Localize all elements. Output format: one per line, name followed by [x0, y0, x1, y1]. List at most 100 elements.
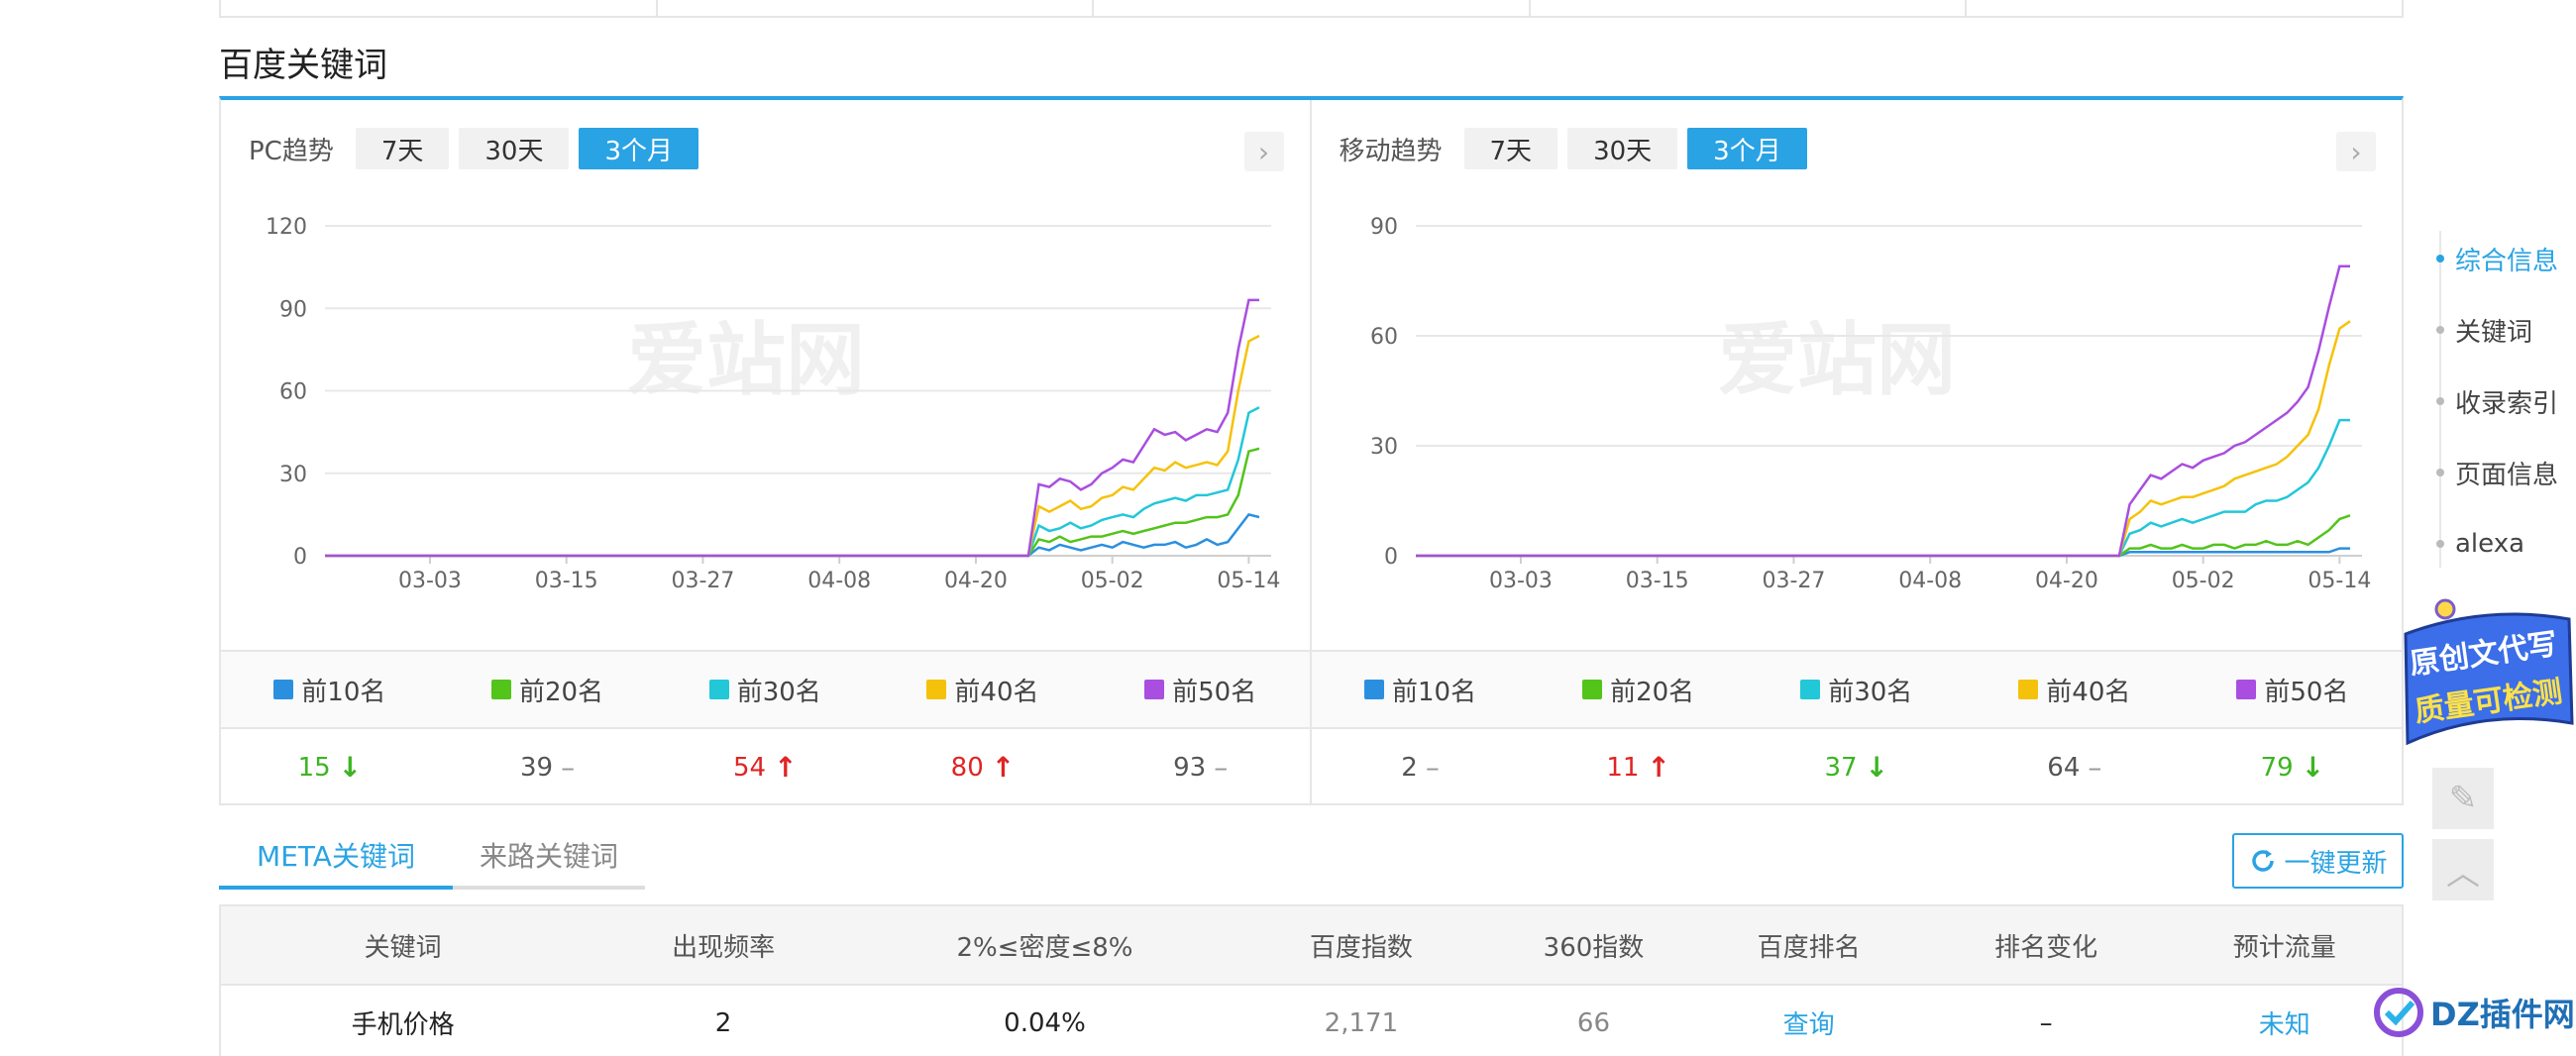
legend-label: 前20名: [519, 677, 604, 707]
keyword-tabs: META关键词 来路关键词: [219, 824, 645, 890]
side-nav-alexa[interactable]: alexa: [2435, 508, 2576, 580]
cell-baidu-rank-query-link[interactable]: 查询: [1692, 1004, 1925, 1041]
side-dot: [2436, 469, 2444, 476]
mobile-tab-7d[interactable]: 7天: [1463, 128, 1558, 169]
dash-icon: –: [2088, 751, 2102, 784]
edit-pencil-icon[interactable]: ✎: [2432, 768, 2494, 829]
mobile-legend: 前10名 前20名 前30名 前40名 前50名: [1311, 650, 2402, 729]
col-baidu-rank: 百度排名: [1757, 932, 1861, 963]
x-tick-label: 03-03: [398, 569, 462, 593]
side-nav: 综合信息 关键词 收录索引 页面信息 alexa: [2435, 223, 2576, 580]
back-to-top-icon[interactable]: ︿: [2432, 839, 2494, 900]
mobile-tab-3m[interactable]: 3个月: [1687, 128, 1807, 169]
trend-chart-box: PC趋势 7天 30天 3个月 › 爱站网 0 30 60 90 120 03-03 03-1…: [219, 96, 2404, 805]
arrow-down-icon: ↓: [338, 751, 363, 784]
cell-density: 0.04%: [1004, 1007, 1086, 1038]
legend-label: 前30名: [1828, 677, 1913, 707]
arrow-down-icon: ↓: [1865, 751, 1889, 784]
promo-badge[interactable]: 原创文代写 质量可检测: [2396, 594, 2576, 753]
y-tick-label: 90: [279, 297, 307, 322]
cell-rank-change: –: [2039, 1007, 2053, 1038]
series-line-3: [325, 406, 1260, 558]
series-line-2: [1415, 514, 2350, 558]
mobile-value-5: 79 ↓: [2184, 751, 2402, 784]
mobile-legend-top30[interactable]: 前30名: [1748, 672, 1966, 708]
mobile-values-row: 2–11 ↑ 37 ↓ 64–79 ↓: [1312, 729, 2403, 805]
table-header-row: 关键词 出现频率 2%≤密度≤8% 百度指数 360指数 百度排名 排名变化 预…: [221, 906, 2402, 986]
x-tick-label: 03-27: [1762, 569, 1825, 593]
x-tick-label: 04-08: [807, 569, 871, 593]
col-rank-change: 排名变化: [1994, 932, 2098, 963]
mobile-value-4: 64–: [1966, 751, 2184, 784]
dz-logo-icon: [2374, 988, 2423, 1037]
side-nav-index[interactable]: 收录索引: [2435, 366, 2576, 437]
dz-plugin-logo: DZ插件网: [2373, 983, 2576, 1042]
y-tick-label: 0: [1384, 545, 1398, 570]
dz-logo-text: DZ插件网: [2430, 996, 2575, 1033]
pc-legend-top50[interactable]: 前50名: [1092, 672, 1310, 708]
arrow-down-icon: ↓: [2301, 751, 2325, 784]
series-line-3: [1415, 418, 2350, 558]
x-tick-label: 05-14: [2308, 569, 2371, 593]
side-dot: [2436, 255, 2444, 263]
pc-legend-top20[interactable]: 前20名: [439, 672, 657, 708]
cell-360-index: 66: [1576, 1007, 1611, 1038]
value-number: 93: [1173, 752, 1207, 783]
pc-values-row: 15 ↓ 39–54 ↑ 80 ↑ 93–: [221, 729, 1310, 805]
cell-keyword: 手机价格: [351, 1010, 455, 1040]
pc-legend-top10[interactable]: 前10名: [221, 672, 439, 708]
value-number: 37: [1824, 752, 1858, 783]
x-tick-label: 05-02: [1081, 569, 1144, 593]
legend-label: 前40名: [2046, 677, 2131, 707]
side-nav-page-info[interactable]: 页面信息: [2435, 437, 2576, 508]
pc-next-arrow-icon[interactable]: ›: [1243, 132, 1284, 171]
pc-tab-30d[interactable]: 30天: [459, 128, 570, 169]
y-tick-label: 120: [266, 215, 307, 240]
cell-baidu-index: 2,171: [1324, 1007, 1399, 1038]
refresh-icon: [2252, 850, 2275, 872]
legend-label: 前30名: [736, 677, 821, 707]
table-row: 手机价格 2 0.04% 2,171 66 查询 – 未知: [221, 986, 2402, 1056]
side-nav-label: 收录索引: [2455, 388, 2559, 419]
tab-source-keywords[interactable]: 来路关键词: [453, 824, 645, 890]
tab-meta-keywords[interactable]: META关键词: [219, 824, 453, 890]
series-line-5: [1415, 264, 2350, 558]
x-tick-label: 05-14: [1217, 569, 1280, 593]
dash-icon: –: [561, 751, 576, 784]
mobile-legend-top10[interactable]: 前10名: [1312, 672, 1530, 708]
mobile-legend-top40[interactable]: 前40名: [1966, 672, 2184, 708]
legend-label: 前10名: [301, 677, 386, 707]
pc-tab-3m[interactable]: 3个月: [579, 128, 699, 169]
mobile-legend-top50[interactable]: 前50名: [2184, 672, 2402, 708]
mobile-trend-header: 移动趋势 7天 30天 3个月: [1340, 128, 1807, 169]
dash-icon: –: [1425, 751, 1440, 784]
side-nav-keywords[interactable]: 关键词: [2435, 294, 2576, 366]
legend-label: 前20名: [1610, 677, 1695, 707]
series-line-2: [325, 447, 1260, 558]
pc-legend-top30[interactable]: 前30名: [656, 672, 874, 708]
mobile-legend-top20[interactable]: 前20名: [1530, 672, 1748, 708]
mobile-trend-panel: 移动趋势 7天 30天 3个月 › 爱站网 0 30 60 90 03-03 03-15 03…: [1311, 100, 2403, 805]
side-nav-label: alexa: [2455, 529, 2525, 559]
legend-swatch-purple: [2236, 680, 2257, 699]
side-nav-overview[interactable]: 综合信息: [2435, 223, 2576, 294]
value-number: 54: [732, 752, 767, 783]
side-dot: [2436, 540, 2444, 548]
pc-tab-7d[interactable]: 7天: [355, 128, 450, 169]
y-tick-label: 90: [1370, 215, 1398, 240]
mobile-tab-30d[interactable]: 30天: [1567, 128, 1678, 169]
y-tick-label: 0: [293, 545, 307, 570]
pc-legend-top40[interactable]: 前40名: [874, 672, 1092, 708]
x-tick-label: 03-27: [671, 569, 734, 593]
legend-swatch-purple: [1144, 680, 1165, 699]
cell-est-traffic-link[interactable]: 未知: [2167, 1004, 2402, 1041]
chart-watermark: 爱站网: [1718, 314, 1956, 406]
refresh-all-button[interactable]: 一键更新: [2232, 833, 2404, 889]
y-tick-label: 60: [279, 380, 307, 405]
arrow-up-icon: ↑: [991, 751, 1016, 784]
pc-legend: 前10名 前20名 前30名 前40名 前50名: [221, 650, 1310, 729]
dash-icon: –: [1214, 751, 1229, 784]
pc-value-1: 15 ↓: [221, 751, 439, 784]
x-tick-label: 04-20: [2034, 569, 2097, 593]
mobile-next-arrow-icon[interactable]: ›: [2336, 132, 2376, 171]
